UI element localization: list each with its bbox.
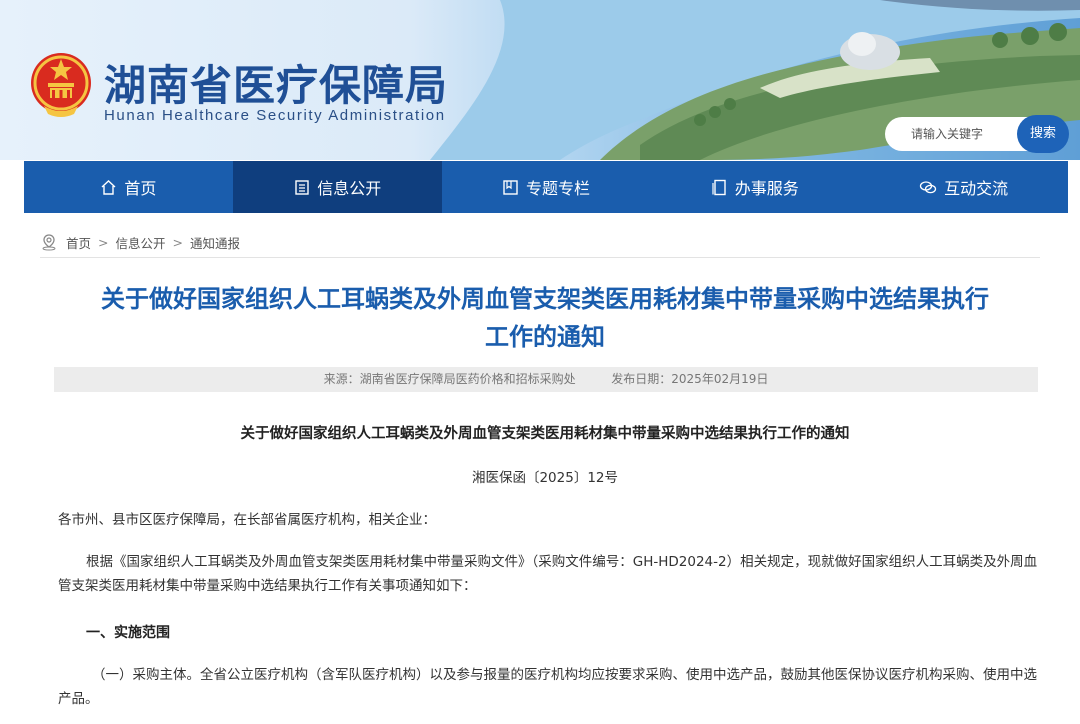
nav-item-label: 首页 [124, 179, 157, 198]
nav-item-special-topics[interactable]: 专题专栏 [442, 161, 651, 213]
book-icon [502, 179, 519, 196]
breadcrumb-separator: > [98, 234, 109, 250]
breadcrumb-divider [40, 257, 1040, 258]
section-paragraph: （一）采购主体。全省公立医疗机构（含军队医疗机构）以及参与报量的医疗机构均应按要… [58, 667, 1037, 707]
nav-item-label: 办事服务 [734, 179, 799, 198]
document-number: 湘医保函〔2025〕12号 [471, 470, 619, 486]
breadcrumb-separator: > [172, 234, 183, 250]
breadcrumb-notices[interactable]: 通知通报 [190, 233, 240, 252]
nav-item-home[interactable]: 首页 [24, 161, 233, 213]
main-nav: 首页 信息公开 专题专栏 办事服务 互动交流 [24, 161, 1068, 213]
article-publish-date: 发布日期：2025年02月19日 [611, 372, 769, 386]
document-icon [711, 179, 728, 196]
article-source: 来源：湖南省医疗保障局医药价格和招标采购处 [323, 372, 576, 386]
search-button[interactable]: 搜索 [1017, 115, 1069, 153]
nav-item-interaction[interactable]: 互动交流 [859, 161, 1068, 213]
article-title-line1: 关于做好国家组织人工耳蜗类及外周血管支架类医用耗材集中带量采购中选结果执行 [101, 285, 989, 313]
nav-item-services[interactable]: 办事服务 [650, 161, 859, 213]
salutation: 各市州、县市区医疗保障局，在长部省属医疗机构，相关企业： [58, 512, 436, 528]
chat-icon [919, 179, 937, 196]
search-input[interactable]: 请输入关键字 [885, 117, 1035, 151]
article-title-line2: 工作的通知 [485, 323, 605, 351]
breadcrumb-home[interactable]: 首页 [66, 233, 91, 252]
breadcrumb: 首页 > 信息公开 > 通知通报 [40, 232, 240, 252]
site-header: 湖南省医疗保障局 Hunan Healthcare Security Admin… [0, 0, 1080, 160]
site-title: 湖南省医疗保障局 [104, 61, 449, 110]
nav-item-label: 互动交流 [944, 179, 1009, 198]
national-emblem-logo [31, 53, 91, 117]
article-meta-bar: 来源：湖南省医疗保障局医药价格和招标采购处 发布日期：2025年02月19日 [54, 367, 1038, 392]
article-title: 关于做好国家组织人工耳蜗类及外周血管支架类医用耗材集中带量采购中选结果执行 工作… [55, 280, 1035, 356]
section-heading: 一、实施范围 [86, 625, 170, 641]
document-title: 关于做好国家组织人工耳蜗类及外周血管支架类医用耗材集中带量采购中选结果执行工作的… [240, 426, 850, 442]
list-icon [293, 179, 310, 196]
nav-item-label: 专题专栏 [525, 179, 590, 198]
nav-item-label: 信息公开 [317, 179, 382, 198]
intro-paragraph: 根据《国家组织人工耳蜗类及外周血管支架类医用耗材集中带量采购文件》（采购文件编号… [58, 554, 1038, 594]
breadcrumb-info-disclosure[interactable]: 信息公开 [116, 233, 166, 252]
nav-item-info-disclosure[interactable]: 信息公开 [232, 161, 442, 213]
site-subtitle: Hunan Healthcare Security Administration [104, 107, 446, 124]
home-icon [100, 179, 117, 196]
location-pin-icon [40, 233, 58, 251]
